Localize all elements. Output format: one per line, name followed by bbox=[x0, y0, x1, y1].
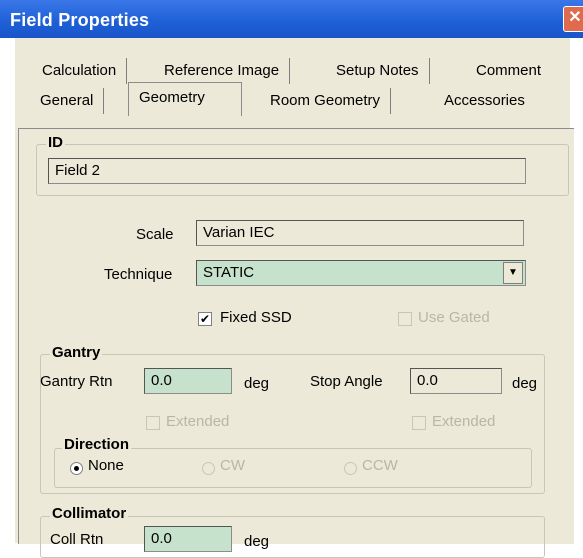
id-field[interactable]: Field 2 bbox=[48, 158, 526, 184]
use-gated-label: Use Gated bbox=[418, 309, 490, 326]
tab-reference-image[interactable]: Reference Image bbox=[154, 58, 291, 84]
coll-rtn-field[interactable]: 0.0 bbox=[144, 526, 232, 552]
tab-accessories[interactable]: Accessories bbox=[434, 88, 535, 114]
tab-general[interactable]: General bbox=[30, 88, 105, 114]
coll-rtn-unit: deg bbox=[244, 533, 270, 550]
collimator-group bbox=[40, 516, 545, 558]
close-icon[interactable]: ✕ bbox=[563, 6, 583, 32]
extended-left-label: Extended bbox=[166, 413, 230, 430]
tab-calculation[interactable]: Calculation bbox=[32, 58, 128, 84]
fixed-ssd-label: Fixed SSD bbox=[220, 309, 292, 326]
chevron-down-icon[interactable]: ▼ bbox=[503, 262, 523, 284]
scale-field: Varian IEC bbox=[196, 220, 524, 246]
technique-select[interactable]: STATIC bbox=[196, 260, 526, 286]
gantry-rtn-field[interactable]: 0.0 bbox=[144, 368, 232, 394]
extended-right-checkbox[interactable] bbox=[412, 416, 426, 430]
direction-none-label: None bbox=[88, 457, 124, 474]
gantry-rtn-unit: deg bbox=[244, 375, 270, 392]
collimator-group-label: Collimator bbox=[50, 505, 129, 522]
gantry-group-label: Gantry bbox=[50, 344, 103, 361]
tab-geometry[interactable]: Geometry bbox=[128, 82, 242, 116]
tab-comment[interactable]: Comment bbox=[466, 58, 551, 84]
id-group-label: ID bbox=[46, 134, 65, 151]
scale-label: Scale bbox=[136, 226, 174, 243]
direction-cw-label: CW bbox=[220, 457, 245, 474]
tab-setup-notes[interactable]: Setup Notes bbox=[326, 58, 430, 84]
window-title: Field Properties bbox=[10, 10, 150, 30]
stop-angle-label: Stop Angle bbox=[310, 373, 383, 390]
gantry-rtn-label: Gantry Rtn bbox=[40, 373, 113, 390]
direction-ccw-radio[interactable] bbox=[344, 462, 357, 475]
direction-group bbox=[54, 448, 532, 488]
tab-room-geometry[interactable]: Room Geometry bbox=[260, 88, 392, 114]
extended-right-label: Extended bbox=[432, 413, 496, 430]
use-gated-checkbox[interactable] bbox=[398, 312, 412, 326]
direction-cw-radio[interactable] bbox=[202, 462, 215, 475]
title-bar: Field Properties ✕ bbox=[0, 0, 583, 38]
coll-rtn-label: Coll Rtn bbox=[50, 531, 104, 548]
fixed-ssd-checkbox[interactable]: ✔ bbox=[198, 312, 212, 326]
technique-label: Technique bbox=[104, 266, 173, 283]
stop-angle-unit: deg bbox=[512, 375, 538, 392]
extended-left-checkbox[interactable] bbox=[146, 416, 160, 430]
direction-group-label: Direction bbox=[62, 436, 132, 453]
stop-angle-field: 0.0 bbox=[410, 368, 502, 394]
direction-none-radio[interactable] bbox=[70, 462, 83, 475]
direction-ccw-label: CCW bbox=[362, 457, 398, 474]
